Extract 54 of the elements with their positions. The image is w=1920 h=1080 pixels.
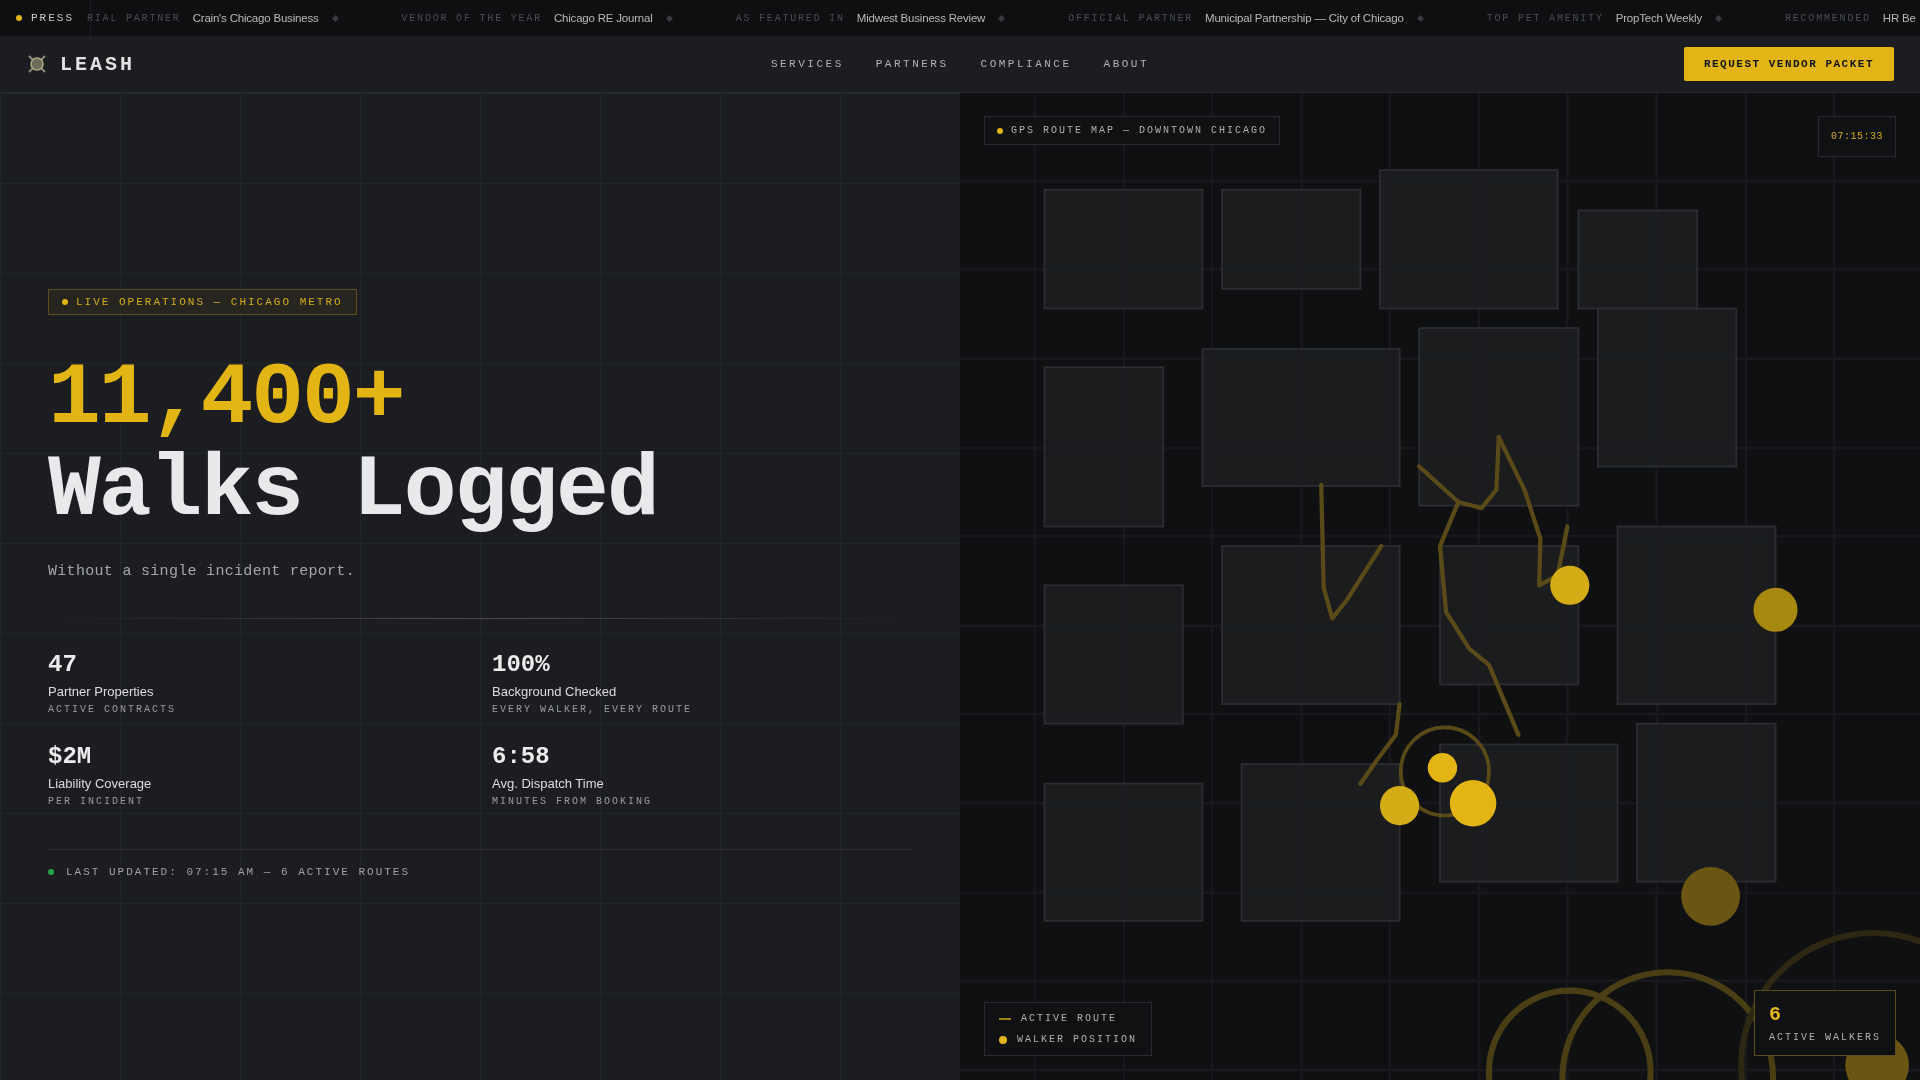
stat-value: $2M [48,743,93,770]
press-tag: VENDOR OF THE YEAR [401,12,542,24]
nav-link[interactable]: COMPLIANCE [980,58,1072,70]
press-source: Municipal Partnership — City of Chicago [1205,12,1404,24]
stat-caption: EVERY WALKER, EVERY ROUTE [492,704,694,715]
nav-link[interactable]: ABOUT [1103,58,1150,70]
separator-icon [665,14,673,22]
stat-value: 47 [48,651,78,678]
stat-caption: PER INCIDENT [48,796,145,807]
press-source: HR Be [1882,12,1916,24]
separator-icon [331,14,339,22]
stat-caption: ACTIVE CONTRACTS [48,704,177,715]
subtitle: Without a single incident report. [48,563,356,580]
live-dot [16,15,22,21]
stat-label: Background Checked [492,684,618,699]
stat-label: Partner Properties [48,684,155,699]
ticker-label: PRESS [31,12,74,24]
press-source: PropTech Weekly [1615,12,1702,24]
stat-label: Liability Coverage [48,776,153,791]
live-dot [997,127,1003,134]
press-source: Chicago RE Journal [553,12,653,24]
walker-count-label: ACTIVE WALKERS [1769,1032,1881,1043]
stat-caption: MINUTES FROM BOOKING [492,796,654,807]
walker-count: 6 [1769,1003,1782,1026]
headline: Walks Logged [48,447,659,535]
nav-link[interactable]: PARTNERS [875,58,949,70]
stat-value: 100% [492,651,551,678]
nav-link[interactable]: SERVICES [770,58,844,70]
last-updated: LAST UPDATED: 07:15 AM — 6 ACTIVE ROUTES [66,866,411,878]
press-source: Crain's Chicago Business [192,12,319,24]
live-dot [62,299,68,305]
legend-label: WALKER POSITION [1017,1034,1137,1045]
walk-count: 11,400+ [48,355,405,443]
press-tag: TOP PET AMENITY [1486,12,1604,24]
route-line-icon [999,1017,1011,1020]
stat-value: 6:58 [492,743,551,770]
separator-icon [998,14,1006,22]
press-tag: RIAL PARTNER [87,12,181,24]
map-title: GPS ROUTE MAP — DOWNTOWN CHICAGO [1011,125,1268,136]
separator-icon [1416,14,1424,22]
press-tag: AS FEATURED IN [735,12,845,24]
brand-name: LEASH [60,52,135,76]
live-badge: LIVE OPERATIONS — CHICAGO METRO [48,289,357,315]
status-dot [48,869,54,875]
map-clock: 07:15:33 [1831,131,1883,142]
separator-icon [1714,14,1722,22]
walker-dot-icon [999,1035,1007,1044]
press-tag: RECOMMENDED [1784,12,1871,24]
press-tag: OFFICIAL PARTNER [1068,12,1193,24]
legend-label: ACTIVE ROUTE [1021,1013,1117,1024]
press-source: Midwest Business Review [856,12,986,24]
request-packet-button[interactable]: REQUEST VENDOR PACKET [1683,47,1894,81]
stat-label: Avg. Dispatch Time [492,776,605,791]
logo-icon [26,53,48,75]
